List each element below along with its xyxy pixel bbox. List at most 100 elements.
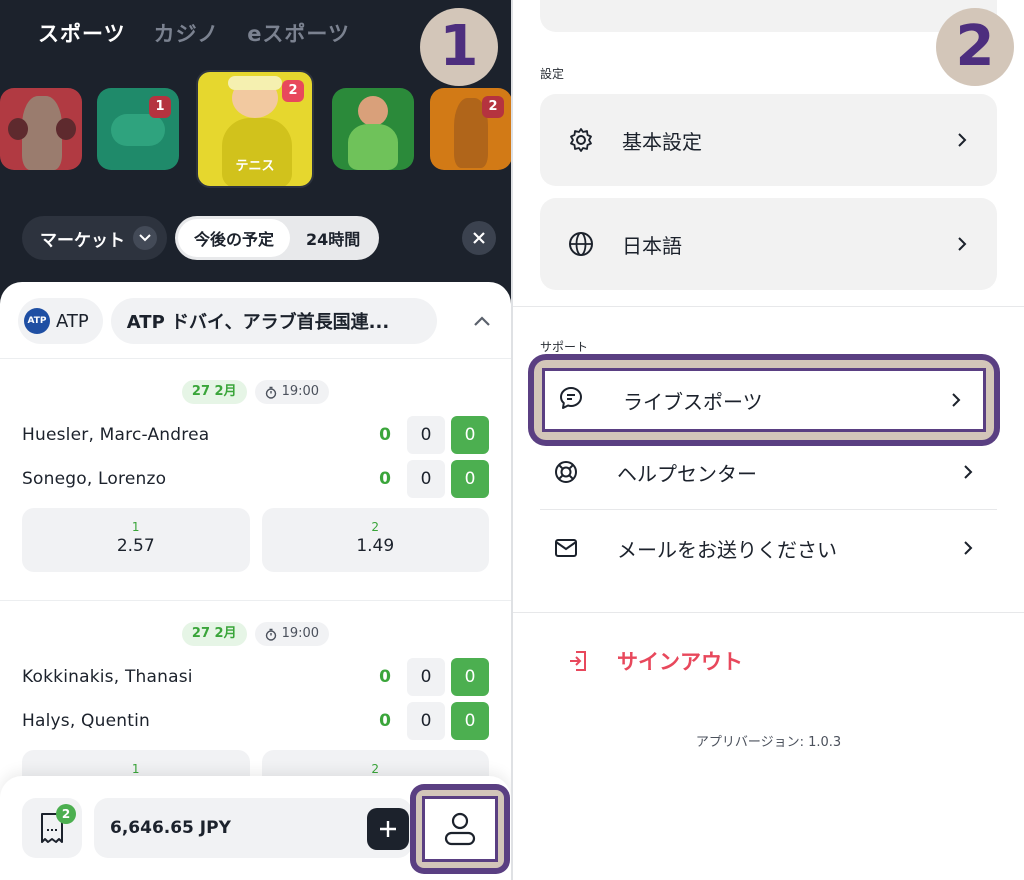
mail-icon [553,535,579,561]
sign-out-button[interactable]: サインアウト [567,646,743,676]
close-filter-button[interactable] [462,221,496,255]
user-icon [444,812,476,846]
category-tabs: スポーツ カジノ eスポーツ [38,18,350,48]
close-icon [473,232,485,244]
support-section-title: サポート [540,340,589,354]
highlight-frame: ライブスポーツ [528,354,1000,446]
player-row: Huesler, Marc-Andrea 0 0 0 [22,416,489,454]
sport-card-soccer[interactable] [332,88,414,170]
match-date: 27 2月 [181,380,247,404]
divider [513,612,1024,613]
divider [0,358,511,359]
sport-card-boxing[interactable] [0,88,82,170]
player-row: Halys, Quentin 0 0 0 [22,702,489,740]
player-row: Kokkinakis, Thanasi 0 0 0 [22,658,489,696]
lifebuoy-icon [553,459,579,485]
match-meta: 27 2月 19:00 [0,622,511,646]
score-points: 0 [451,416,489,454]
odds-value: 2.57 [116,536,155,556]
deposit-button[interactable] [367,808,409,850]
sport-card-basketball[interactable]: 2 [430,88,511,170]
chevron-right-icon [958,237,967,251]
score-sets: 0 [379,425,391,445]
tennis-body-icon [222,118,292,186]
sport-count-badge: 1 [149,96,171,118]
score-games: 0 [407,416,445,454]
support-item-label: ライブスポーツ [623,389,763,414]
odds-label: 1 [131,762,140,776]
step-badge-2: 2 [936,8,1014,86]
segment-24h[interactable]: 24時間 [290,219,376,257]
match-date: 27 2月 [181,622,247,646]
chevron-up-icon[interactable] [471,310,493,332]
market-dropdown[interactable]: マーケット [22,216,167,260]
sport-card-tennis[interactable]: 2 テニス [196,70,314,188]
league-title-chip[interactable]: ATP ドバイ、アラブ首長国連... [110,298,437,344]
player-name: Halys, Quentin [22,711,151,731]
sport-card-esports[interactable]: 1 [97,88,179,170]
score-points: 0 [451,658,489,696]
score-games: 0 [407,460,445,498]
boxing-glove-icon [56,118,76,140]
tab-casino[interactable]: カジノ [154,18,220,48]
segment-upcoming[interactable]: 今後の予定 [178,219,291,257]
score-games: 0 [407,658,445,696]
odds-button-home[interactable]: 1 2.57 [22,508,250,572]
odds-row: 1 2.57 2 1.49 [22,508,489,572]
highlight-frame-inner [416,790,504,868]
stopwatch-icon [265,386,276,399]
sport-count-badge: 2 [482,96,504,118]
odds-value: 1.49 [356,536,395,556]
score-sets: 0 [379,667,391,687]
highlight-frame-inner: ライブスポーツ [534,360,994,440]
plus-icon [380,821,396,837]
score-games: 0 [407,702,445,740]
stopwatch-icon [265,628,276,641]
chevron-right-icon [958,133,967,147]
match-meta: 27 2月 19:00 [0,380,511,404]
support-item-email[interactable]: メールをお送りください [553,510,973,586]
score-sets: 0 [379,711,391,731]
chat-icon [559,386,583,414]
tab-sports[interactable]: スポーツ [38,18,126,48]
score-sets: 0 [379,469,391,489]
chevron-right-icon [952,393,961,407]
match-card: 27 2月 19:00 Huesler, Marc-Andrea 0 0 0 S… [0,380,511,580]
chevron-down-icon [133,226,157,250]
sport-label: テニス [235,159,275,174]
odds-button-away[interactable]: 2 1.49 [261,508,489,572]
globe-icon [566,229,596,259]
player-row: Sonego, Lorenzo 0 0 0 [22,460,489,498]
app-version: アプリバージョン: 1.0.3 [695,735,842,750]
soccer-shirt-icon [348,124,398,170]
sport-count-badge: 2 [282,80,304,102]
divider [0,600,511,601]
support-item-live-sports[interactable]: ライブスポーツ [542,368,986,432]
sign-out-label: サインアウト [617,650,743,674]
league-filter-chip[interactable]: ATP ATP [18,298,103,344]
player-name: Kokkinakis, Thanasi [22,667,193,687]
boxing-glove-icon [8,118,28,140]
match-time-pill: 19:00 [254,622,330,646]
gear-icon [566,125,596,155]
support-item-label: ヘルプセンター [617,461,757,486]
screen: スポーツ カジノ eスポーツ 1 1 2 テニス 2 マーケット 今後の予定 2… [0,0,1024,880]
time-filter-segment: 今後の予定 24時間 [175,216,380,260]
profile-button[interactable] [422,796,498,862]
step-number: 2 [942,14,1008,80]
sportsbook-panel: スポーツ カジノ eスポーツ 1 1 2 テニス 2 マーケット 今後の予定 2… [0,0,511,880]
settings-item-language[interactable]: 日本語 [540,198,997,290]
balance-display: 6,646.65 JPY [94,798,412,858]
settings-section-title: 設定 [540,67,565,81]
match-time: 19:00 [281,626,320,641]
tab-esports[interactable]: eスポーツ [247,18,350,48]
menu-card [540,0,997,32]
settings-item-label: 基本設定 [622,129,702,154]
chevron-right-icon [964,541,973,555]
settings-item-basic[interactable]: 基本設定 [540,94,997,186]
chevron-right-icon [964,465,973,479]
atp-logo-icon: ATP [24,308,50,334]
odds-label: 2 [371,762,380,776]
league-header: ATP ATP ATP ドバイ、アラブ首長国連... [18,298,493,344]
soccer-player-icon [358,96,388,126]
